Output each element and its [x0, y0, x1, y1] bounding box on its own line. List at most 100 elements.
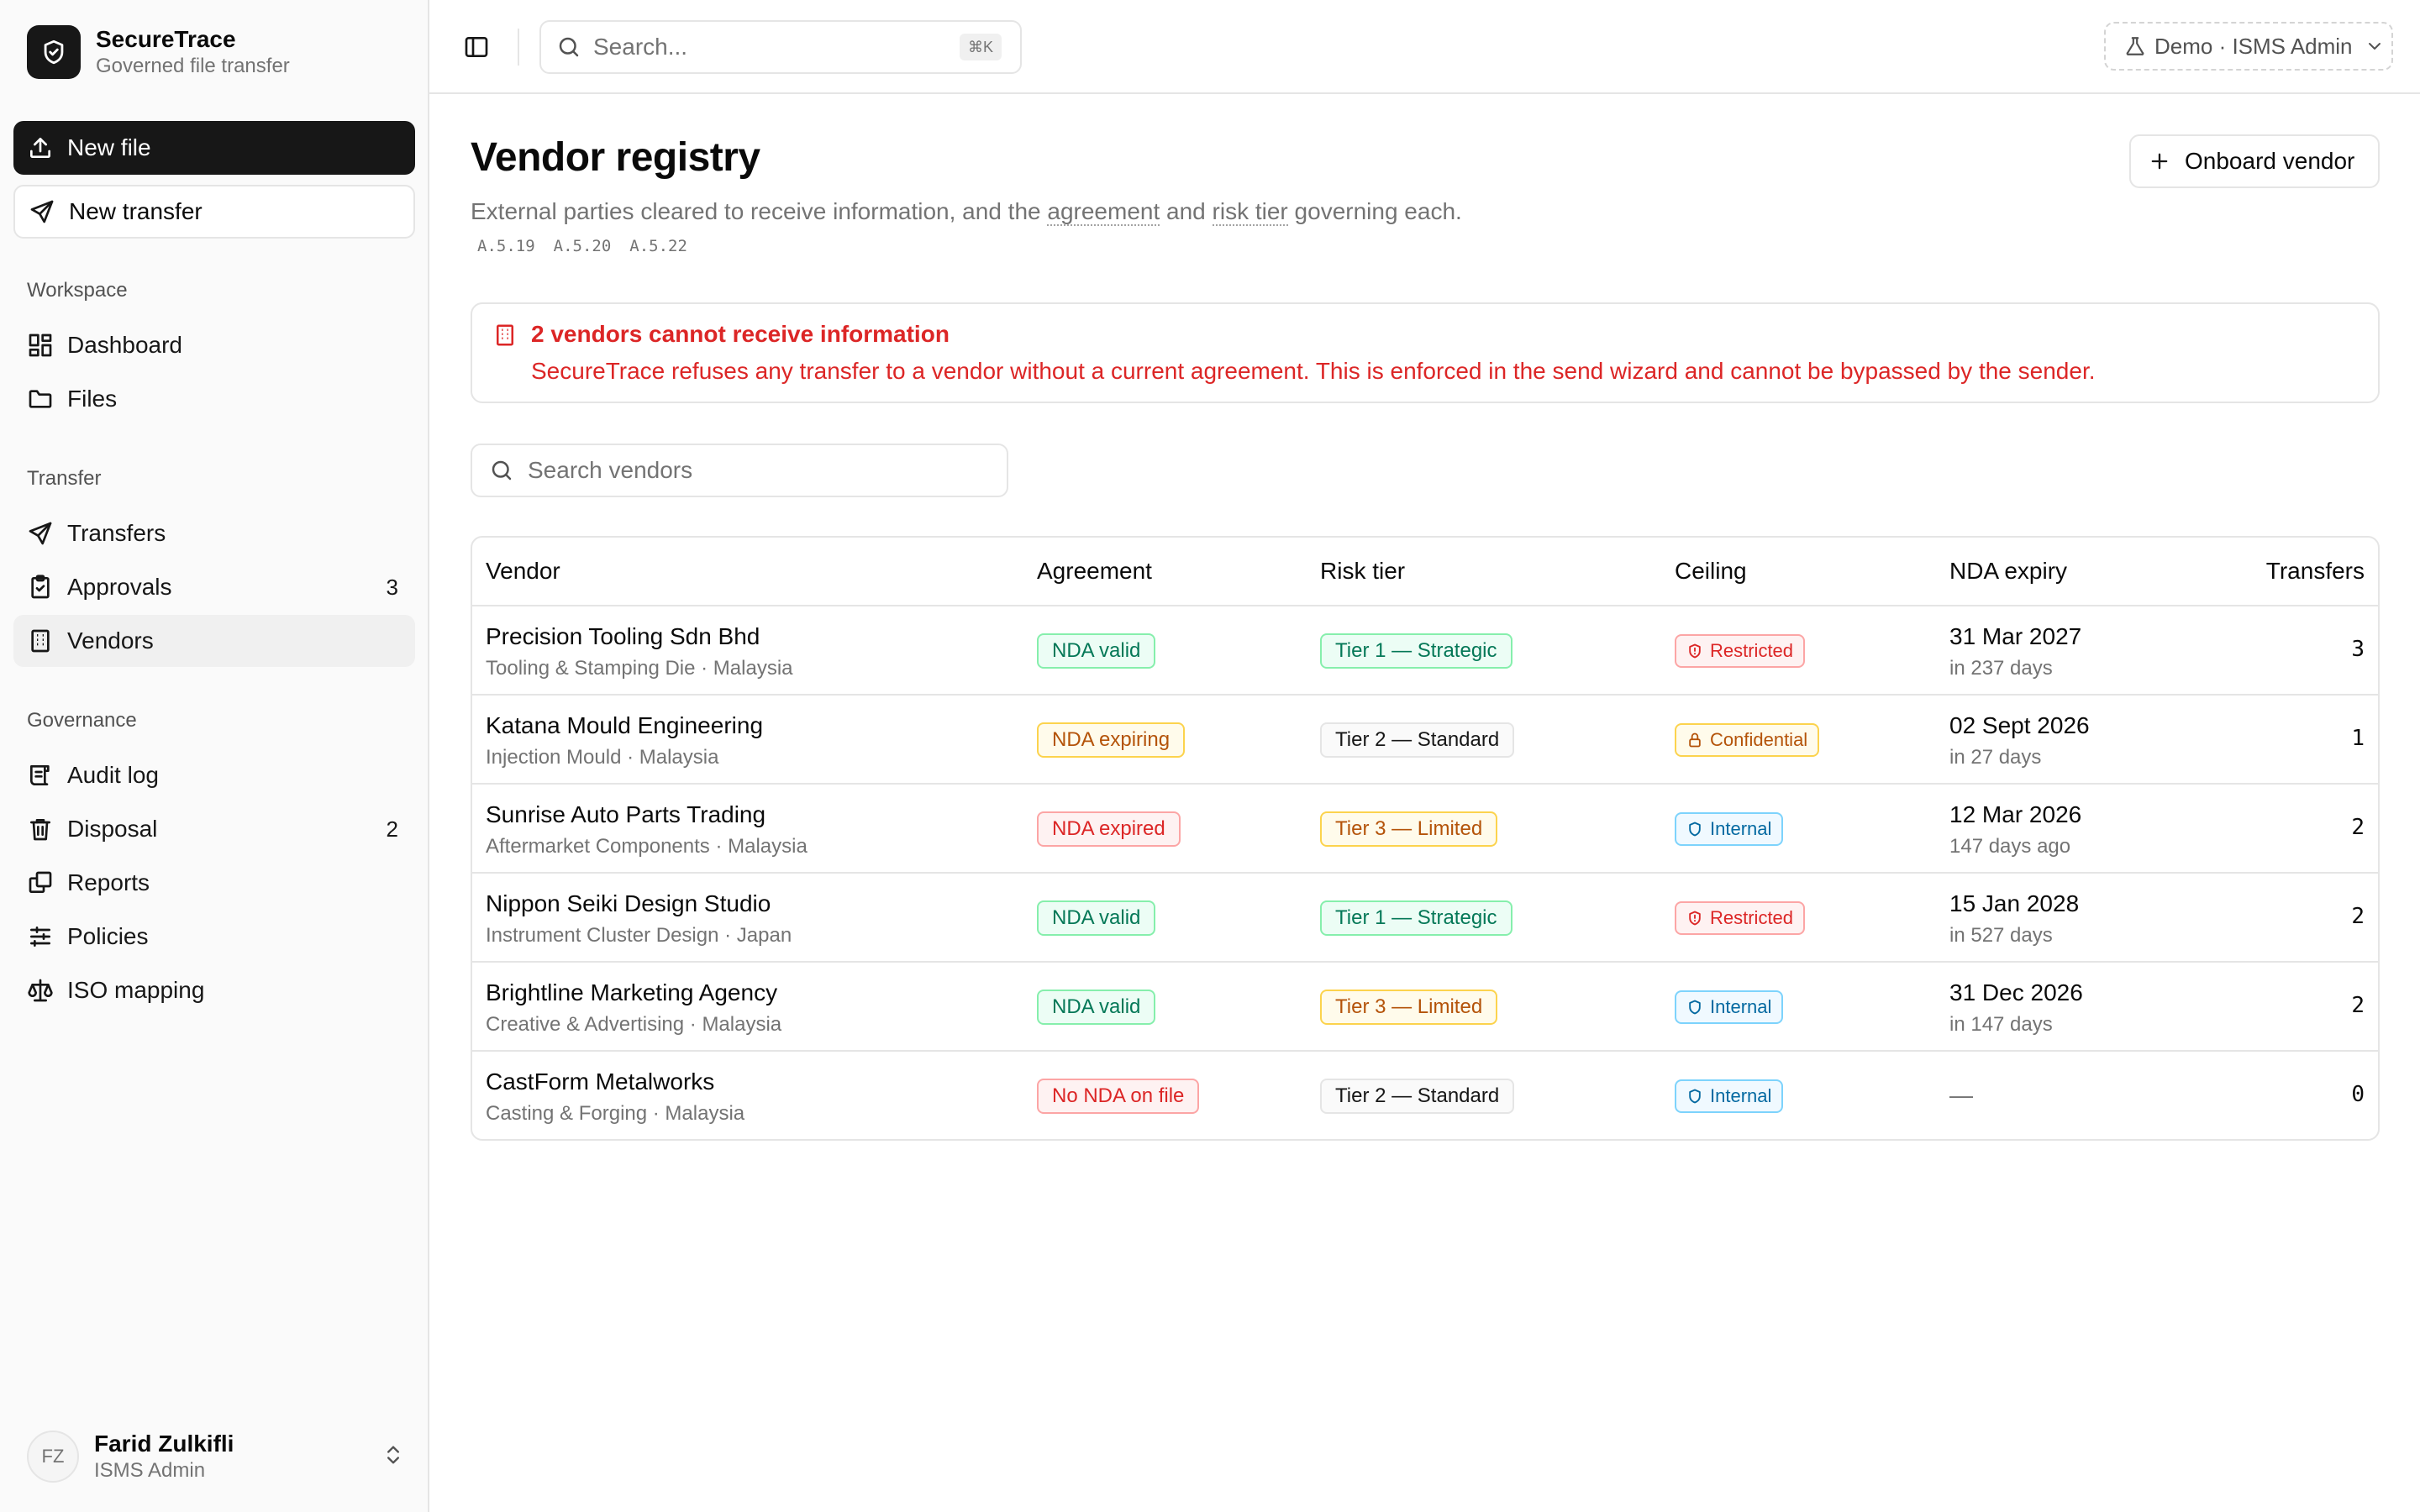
- nda-expiry-relative: in 27 days: [1949, 746, 2042, 769]
- sidebar-item-audit-log[interactable]: Audit log: [13, 749, 415, 801]
- vendor-block-alert: 2 vendors cannot receive information Sec…: [471, 302, 2380, 403]
- group-label-transfer: Transfer: [27, 467, 102, 490]
- vendor-name[interactable]: Brightline Marketing Agency: [486, 979, 777, 1006]
- shield-alert-icon: [1686, 910, 1703, 927]
- shield-icon: [1686, 999, 1703, 1016]
- sidebar-item-disposal[interactable]: Disposal 2: [13, 803, 415, 855]
- nda-expiry-date: —: [1949, 1082, 1973, 1108]
- sidebar-item-transfers[interactable]: Transfers: [13, 507, 415, 559]
- risk-tier-badge: Tier 2 — Standard: [1320, 1079, 1515, 1114]
- agreement-badge: NDA valid: [1037, 633, 1156, 669]
- lock-icon: [1686, 732, 1703, 748]
- vendor-search-input[interactable]: Search vendors: [471, 444, 1008, 497]
- nda-expiry-relative: in 237 days: [1949, 657, 2053, 680]
- shield-icon: [1686, 1088, 1703, 1105]
- ceiling-label: Restricted: [1710, 907, 1794, 928]
- vendor-meta: Casting & Forging · Malaysia: [486, 1102, 745, 1125]
- table-row[interactable]: Precision Tooling Sdn Bhd Tooling & Stam…: [472, 606, 2378, 696]
- new-transfer-button[interactable]: New transfer: [13, 185, 415, 239]
- plus-icon: [2148, 150, 2171, 173]
- onboard-vendor-button[interactable]: Onboard vendor: [2129, 134, 2380, 188]
- table-row[interactable]: CastForm Metalworks Casting & Forging · …: [472, 1052, 2378, 1139]
- agreement-badge: NDA expiring: [1037, 722, 1186, 758]
- global-search-input[interactable]: Search... ⌘K: [539, 20, 1022, 74]
- agreement-badge: NDA valid: [1037, 900, 1156, 936]
- column-header-nda-expiry[interactable]: NDA expiry: [1949, 558, 2067, 585]
- column-header-transfers[interactable]: Transfers: [2266, 558, 2365, 585]
- shortcut-hint: ⌘K: [959, 34, 1002, 60]
- sidebar-toggle-icon[interactable]: [463, 34, 490, 60]
- onboard-vendor-label: Onboard vendor: [2185, 148, 2355, 174]
- iso-control-refs: A.5.19 A.5.20 A.5.22: [477, 237, 687, 255]
- sidebar-item-label: Dashboard: [67, 332, 182, 358]
- vendor-name[interactable]: Nippon Seiki Design Studio: [486, 890, 771, 917]
- sidebar-item-files[interactable]: Files: [13, 373, 415, 425]
- risk-tier-badge: Tier 1 — Strategic: [1320, 900, 1512, 936]
- vendor-meta: Tooling & Stamping Die · Malaysia: [486, 657, 793, 680]
- sidebar-item-policies[interactable]: Policies: [13, 911, 415, 963]
- table-row[interactable]: Sunrise Auto Parts Trading Aftermarket C…: [472, 785, 2378, 874]
- column-header-vendor[interactable]: Vendor: [486, 558, 560, 585]
- table-row[interactable]: Katana Mould Engineering Injection Mould…: [472, 696, 2378, 785]
- ceiling-badge: Internal: [1675, 990, 1784, 1024]
- risk-tier-badge: Tier 2 — Standard: [1320, 722, 1515, 758]
- search-icon: [489, 458, 514, 483]
- sidebar-item-reports[interactable]: Reports: [13, 857, 415, 909]
- sidebar-item-iso-mapping[interactable]: ISO mapping: [13, 964, 415, 1016]
- table-row[interactable]: Nippon Seiki Design Studio Instrument Cl…: [472, 874, 2378, 963]
- sidebar-item-label: Vendors: [67, 627, 154, 654]
- brand[interactable]: SecureTrace Governed file transfer: [27, 25, 290, 79]
- new-file-label: New file: [67, 134, 151, 160]
- reports-icon: [29, 871, 52, 893]
- send-icon: [29, 522, 52, 545]
- top-bar: Search... ⌘K Demo · ISMS Admin: [429, 0, 2420, 94]
- vendor-name[interactable]: Katana Mould Engineering: [486, 712, 763, 739]
- sidebar-item-dashboard[interactable]: Dashboard: [13, 319, 415, 371]
- sidebar-item-label: ISO mapping: [67, 977, 205, 1003]
- send-icon: [29, 198, 55, 225]
- sidebar: SecureTrace Governed file transfer New f…: [0, 0, 429, 1512]
- nda-expiry-date: 02 Sept 2026: [1949, 712, 2090, 738]
- demo-role-switcher[interactable]: Demo · ISMS Admin: [2104, 22, 2393, 71]
- new-file-button[interactable]: New file: [13, 121, 415, 175]
- user-menu[interactable]: FZ Farid Zulkifli ISMS Admin: [27, 1430, 405, 1483]
- nda-expiry-date: 12 Mar 2026: [1949, 801, 2082, 827]
- risk-tier-badge: Tier 3 — Limited: [1320, 811, 1498, 847]
- alert-title: 2 vendors cannot receive information: [531, 321, 950, 347]
- sidebar-item-approvals[interactable]: Approvals 3: [13, 561, 415, 613]
- dashboard-icon: [29, 333, 52, 357]
- vendor-name[interactable]: CastForm Metalworks: [486, 1068, 714, 1095]
- ceiling-badge: Restricted: [1675, 634, 1806, 668]
- ceiling-badge: Internal: [1675, 1079, 1784, 1113]
- vendor-name[interactable]: Sunrise Auto Parts Trading: [486, 801, 765, 828]
- transfer-count: 2: [2351, 993, 2365, 1018]
- risk-tier-term[interactable]: risk tier: [1212, 198, 1288, 226]
- nda-expiry-date: 15 Jan 2028: [1949, 890, 2080, 916]
- ceiling-label: Confidential: [1710, 729, 1808, 750]
- risk-tier-badge: Tier 3 — Limited: [1320, 990, 1498, 1025]
- ceiling-label: Internal: [1710, 1085, 1772, 1106]
- column-header-ceiling[interactable]: Ceiling: [1675, 558, 1747, 585]
- agreement-badge: NDA expired: [1037, 811, 1181, 847]
- column-header-risk-tier[interactable]: Risk tier: [1320, 558, 1405, 585]
- iso-ref: A.5.20: [553, 237, 612, 255]
- shield-logo-icon: [27, 25, 81, 79]
- vendor-name[interactable]: Precision Tooling Sdn Bhd: [486, 623, 760, 650]
- ceiling-badge: Confidential: [1675, 723, 1820, 757]
- table-row[interactable]: Brightline Marketing Agency Creative & A…: [472, 963, 2378, 1052]
- agreement-term[interactable]: agreement: [1047, 198, 1160, 226]
- sidebar-item-label: Disposal: [67, 816, 158, 842]
- chevron-down-icon: [2365, 36, 2385, 56]
- user-name: Farid Zulkifli: [94, 1431, 234, 1457]
- column-header-agreement[interactable]: Agreement: [1037, 558, 1152, 585]
- clipboard-check-icon: [31, 575, 50, 599]
- transfer-count: 0: [2351, 1082, 2365, 1107]
- search-placeholder: Search...: [593, 34, 688, 60]
- approvals-count: 3: [386, 574, 398, 600]
- new-transfer-label: New transfer: [69, 198, 203, 224]
- ceiling-badge: Restricted: [1675, 901, 1806, 935]
- sidebar-item-vendors[interactable]: Vendors: [13, 615, 415, 667]
- folder-icon: [29, 390, 52, 408]
- sidebar-item-label: Files: [67, 386, 118, 412]
- user-role: ISMS Admin: [94, 1459, 206, 1482]
